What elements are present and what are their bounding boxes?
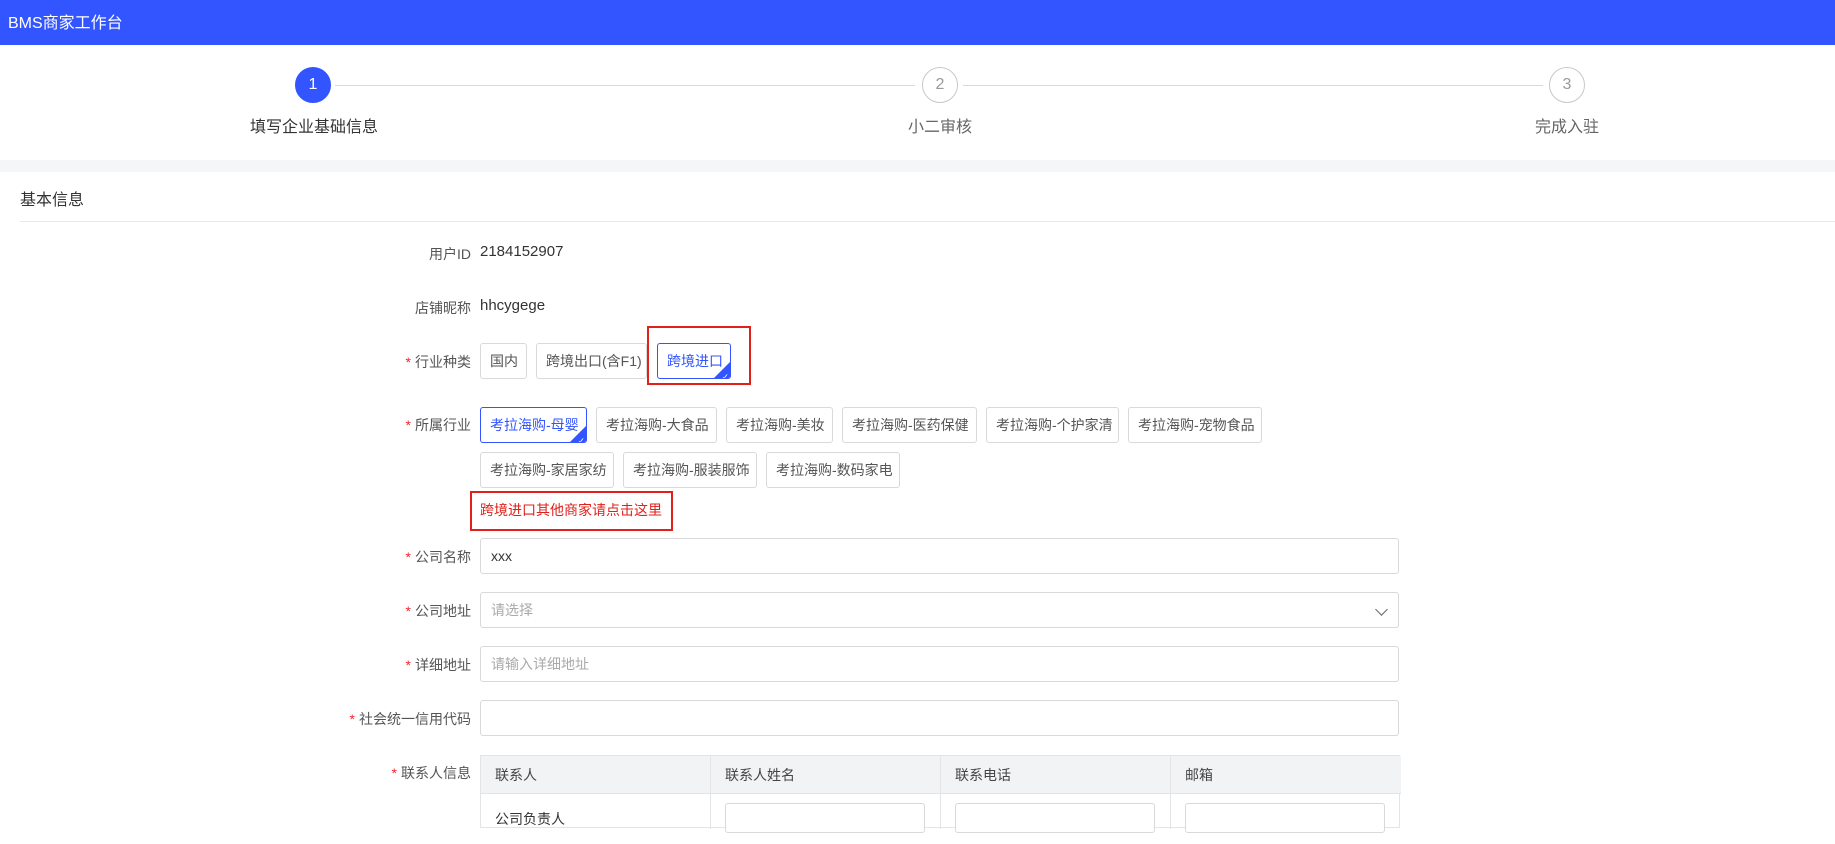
required-mark: *	[349, 711, 355, 727]
step-indicator: 1 2 3 填写企业基础信息 小二审核 完成入驻	[0, 45, 1835, 160]
required-mark: *	[405, 603, 411, 619]
shop-nickname-value: hhcygege	[480, 297, 546, 314]
shop-nickname-label: 店铺昵称	[415, 300, 471, 316]
required-mark: *	[391, 765, 397, 781]
contact-phone-input[interactable]	[955, 803, 1155, 833]
column-header-phone: 联系电话	[941, 756, 1171, 794]
industry-option-personal-care[interactable]: 考拉海购-个护家清	[986, 407, 1119, 443]
step-3-circle: 3	[1549, 67, 1585, 103]
column-header-email: 邮箱	[1171, 756, 1401, 794]
contact-email-input[interactable]	[1185, 803, 1385, 833]
detail-address-label: * 详细地址	[405, 657, 471, 673]
check-icon: ✓	[577, 436, 585, 443]
contact-role-cell: 公司负责人	[481, 794, 711, 829]
step-connector	[963, 85, 1543, 86]
industry-type-domestic[interactable]: 国内	[480, 343, 527, 379]
app-title: BMS商家工作台	[8, 15, 123, 32]
chevron-down-icon	[1375, 603, 1388, 616]
company-address-label: * 公司地址	[405, 603, 471, 619]
highlight-box	[647, 326, 751, 385]
required-mark: *	[405, 657, 411, 673]
industry-option-food[interactable]: 考拉海购-大食品	[596, 407, 717, 443]
section-divider	[20, 221, 1835, 222]
required-mark: *	[405, 549, 411, 565]
industry-option-beauty[interactable]: 考拉海购-美妆	[726, 407, 833, 443]
step-1-label: 填写企业基础信息	[250, 119, 379, 136]
credit-code-label: * 社会统一信用代码	[349, 711, 471, 727]
step-1-circle: 1	[295, 67, 331, 103]
other-merchants-link[interactable]: 跨境进口其他商家请点击这里	[480, 500, 662, 520]
industry-option-electronics[interactable]: 考拉海购-数码家电	[766, 452, 900, 488]
industry-label: * 所属行业	[405, 417, 471, 433]
industry-type-label: * 行业种类	[405, 354, 471, 370]
step-2-label: 小二审核	[908, 119, 973, 136]
industry-option-health[interactable]: 考拉海购-医药保健	[842, 407, 977, 443]
industry-option-apparel[interactable]: 考拉海购-服装服饰	[623, 452, 757, 488]
user-id-label: 用户ID	[429, 246, 471, 262]
industry-type-cross-border-export[interactable]: 跨境出口(含F1)	[536, 343, 647, 379]
company-address-select[interactable]: 请选择	[480, 592, 1399, 628]
column-header-contact: 联系人	[481, 756, 711, 794]
company-name-input[interactable]: xxx	[480, 538, 1399, 574]
top-bar: BMS商家工作台	[0, 0, 1835, 45]
section-gap	[0, 160, 1835, 172]
column-header-name: 联系人姓名	[711, 756, 941, 794]
required-mark: *	[405, 417, 411, 433]
contacts-label: * 联系人信息	[391, 765, 471, 781]
contact-name-input[interactable]	[725, 803, 925, 833]
step-connector	[335, 85, 915, 86]
step-2-circle: 2	[922, 67, 958, 103]
detail-address-input[interactable]: 请输入详细地址	[480, 646, 1399, 682]
industry-option-pet-food[interactable]: 考拉海购-宠物食品	[1128, 407, 1262, 443]
step-3-label: 完成入驻	[1535, 119, 1600, 136]
required-mark: *	[405, 354, 411, 370]
credit-code-input[interactable]	[480, 700, 1399, 736]
industry-option-home[interactable]: 考拉海购-家居家纺	[480, 452, 614, 488]
contacts-table: 联系人 联系人姓名 联系电话 邮箱 公司负责人	[480, 755, 1401, 833]
section-title: 基本信息	[20, 192, 85, 209]
company-name-label: * 公司名称	[405, 549, 471, 565]
user-id-value: 2184152907	[480, 243, 564, 260]
industry-option-maternal[interactable]: 考拉海购-母婴 ✓	[480, 407, 587, 443]
